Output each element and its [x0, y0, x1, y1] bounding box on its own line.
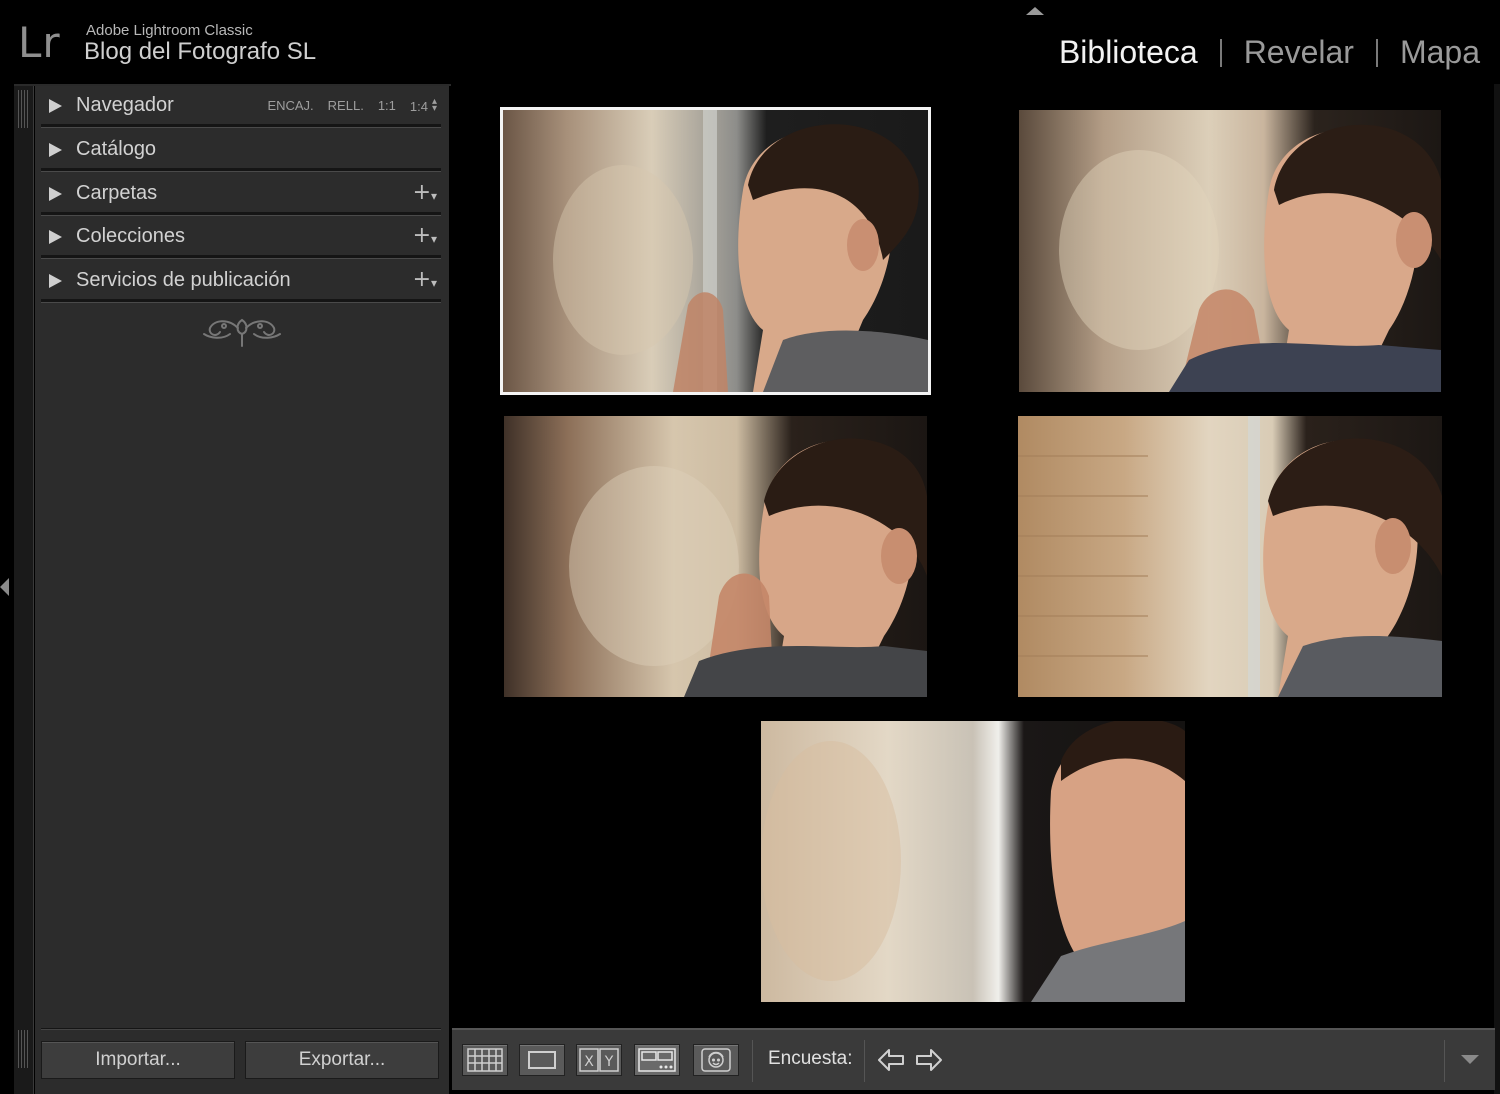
module-mapa[interactable]: Mapa	[1400, 34, 1480, 71]
module-separator	[1219, 38, 1222, 67]
export-button[interactable]: Exportar...	[245, 1041, 439, 1079]
disclosure-triangle-icon[interactable]	[49, 187, 62, 201]
zoom-custom[interactable]: 1:4 ▴ ▾	[410, 97, 437, 115]
compare-x-label: X	[584, 1054, 594, 1070]
disclosure-triangle-icon[interactable]	[49, 230, 62, 244]
disclosure-triangle-icon[interactable]	[49, 274, 62, 288]
photo-image	[504, 416, 927, 697]
panel-end-ornament-icon	[203, 318, 281, 347]
section-title: Colecciones	[76, 225, 185, 247]
left-panel-edge[interactable]	[14, 86, 34, 1094]
add-publish-service-icon[interactable]: + ▾	[413, 267, 437, 292]
add-collection-icon[interactable]: + ▾	[413, 223, 437, 248]
add-folder-icon[interactable]: + ▾	[413, 180, 437, 205]
toolbar-content-menu-icon[interactable]	[1461, 1055, 1479, 1064]
survey-photo-3[interactable]	[504, 416, 927, 697]
toolbar-separator	[864, 1040, 865, 1082]
people-view-button[interactable]	[693, 1044, 739, 1076]
disclosure-triangle-icon[interactable]	[49, 99, 62, 113]
toolbar-separator	[752, 1040, 753, 1082]
grid-view-button[interactable]	[462, 1044, 508, 1076]
photo-image	[1019, 110, 1441, 392]
section-title: Servicios de publicación	[76, 269, 291, 291]
zoom-fit[interactable]: ENCAJ.	[267, 98, 313, 114]
import-button[interactable]: Importar...	[41, 1041, 235, 1079]
survey-photo-4[interactable]	[1018, 416, 1442, 697]
module-separator	[1375, 38, 1378, 67]
survey-photo-2[interactable]	[1019, 110, 1441, 392]
top-bar: Lr Adobe Lightroom Classic Blog del Foto…	[0, 0, 1500, 84]
section-servicios-publicacion[interactable]: Servicios de publicación + ▾	[41, 261, 441, 303]
zoom-fill[interactable]: RELL.	[328, 98, 364, 114]
loupe-view-button[interactable]	[519, 1044, 565, 1076]
survey-view	[452, 86, 1494, 1026]
section-title: Navegador	[76, 94, 174, 116]
survey-photo-5[interactable]	[761, 721, 1185, 1002]
zoom-1-1[interactable]: 1:1	[378, 98, 396, 114]
section-colecciones[interactable]: Colecciones + ▾	[41, 217, 441, 259]
survey-photo-1[interactable]	[500, 107, 931, 395]
photo-image	[503, 110, 928, 392]
section-divider	[41, 299, 441, 303]
collapse-top-panel-icon[interactable]	[1026, 7, 1044, 15]
photo-image	[761, 721, 1185, 1002]
panel-grip[interactable]	[18, 90, 30, 128]
section-divider	[41, 168, 441, 172]
grid-view-icon	[467, 1048, 503, 1072]
arrow-right-icon	[916, 1049, 942, 1071]
left-panel: Navegador ENCAJ. RELL. 1:1 1:4 ▴ ▾ Catálog…	[35, 86, 449, 1094]
survey-view-icon	[638, 1048, 676, 1072]
survey-view-button[interactable]	[634, 1044, 680, 1076]
section-navegador[interactable]: Navegador ENCAJ. RELL. 1:1 1:4 ▴ ▾	[41, 86, 441, 128]
module-revelar[interactable]: Revelar	[1244, 34, 1354, 71]
previous-photo-button[interactable]	[876, 1044, 906, 1076]
left-panel-column: Navegador ENCAJ. RELL. 1:1 1:4 ▴ ▾ Catálog…	[14, 84, 451, 1094]
section-divider	[41, 255, 441, 259]
compare-y-label: Y	[604, 1054, 614, 1070]
photo-image	[1018, 416, 1442, 697]
next-photo-button[interactable]	[914, 1044, 944, 1076]
lightroom-logo: Lr	[18, 18, 61, 67]
module-biblioteca[interactable]: Biblioteca	[1059, 34, 1198, 71]
catalog-name: Blog del Fotografo SL	[84, 38, 317, 65]
panel-grip[interactable]	[18, 1030, 30, 1068]
section-title: Catálogo	[76, 138, 157, 160]
collapse-left-panel-icon[interactable]	[0, 578, 9, 596]
arrow-left-icon	[878, 1049, 904, 1071]
section-carpetas[interactable]: Carpetas + ▾	[41, 174, 441, 216]
section-title: Carpetas	[76, 182, 158, 204]
module-picker: Biblioteca Revelar Mapa	[1059, 34, 1480, 71]
section-divider	[41, 124, 441, 128]
section-catalogo[interactable]: Catálogo	[41, 130, 441, 172]
loupe-view-icon	[528, 1051, 556, 1069]
bottom-toolbar: X Y Encuesta:	[452, 1028, 1495, 1090]
people-view-icon	[701, 1048, 731, 1072]
toolbar-separator	[1444, 1040, 1445, 1082]
compare-view-icon: X Y	[579, 1048, 619, 1072]
disclosure-triangle-icon[interactable]	[49, 143, 62, 157]
right-panel-edge	[1494, 84, 1500, 1094]
navigator-zoom-options: ENCAJ. RELL. 1:1 1:4 ▴ ▾	[267, 97, 437, 115]
section-divider	[41, 212, 441, 216]
zoom-stepper-icon[interactable]: ▴ ▾	[432, 97, 437, 114]
survey-label: Encuesta:	[768, 1048, 853, 1069]
compare-view-button[interactable]: X Y	[576, 1044, 622, 1076]
product-name: Adobe Lightroom Classic	[86, 22, 253, 39]
panel-divider	[41, 1028, 441, 1030]
